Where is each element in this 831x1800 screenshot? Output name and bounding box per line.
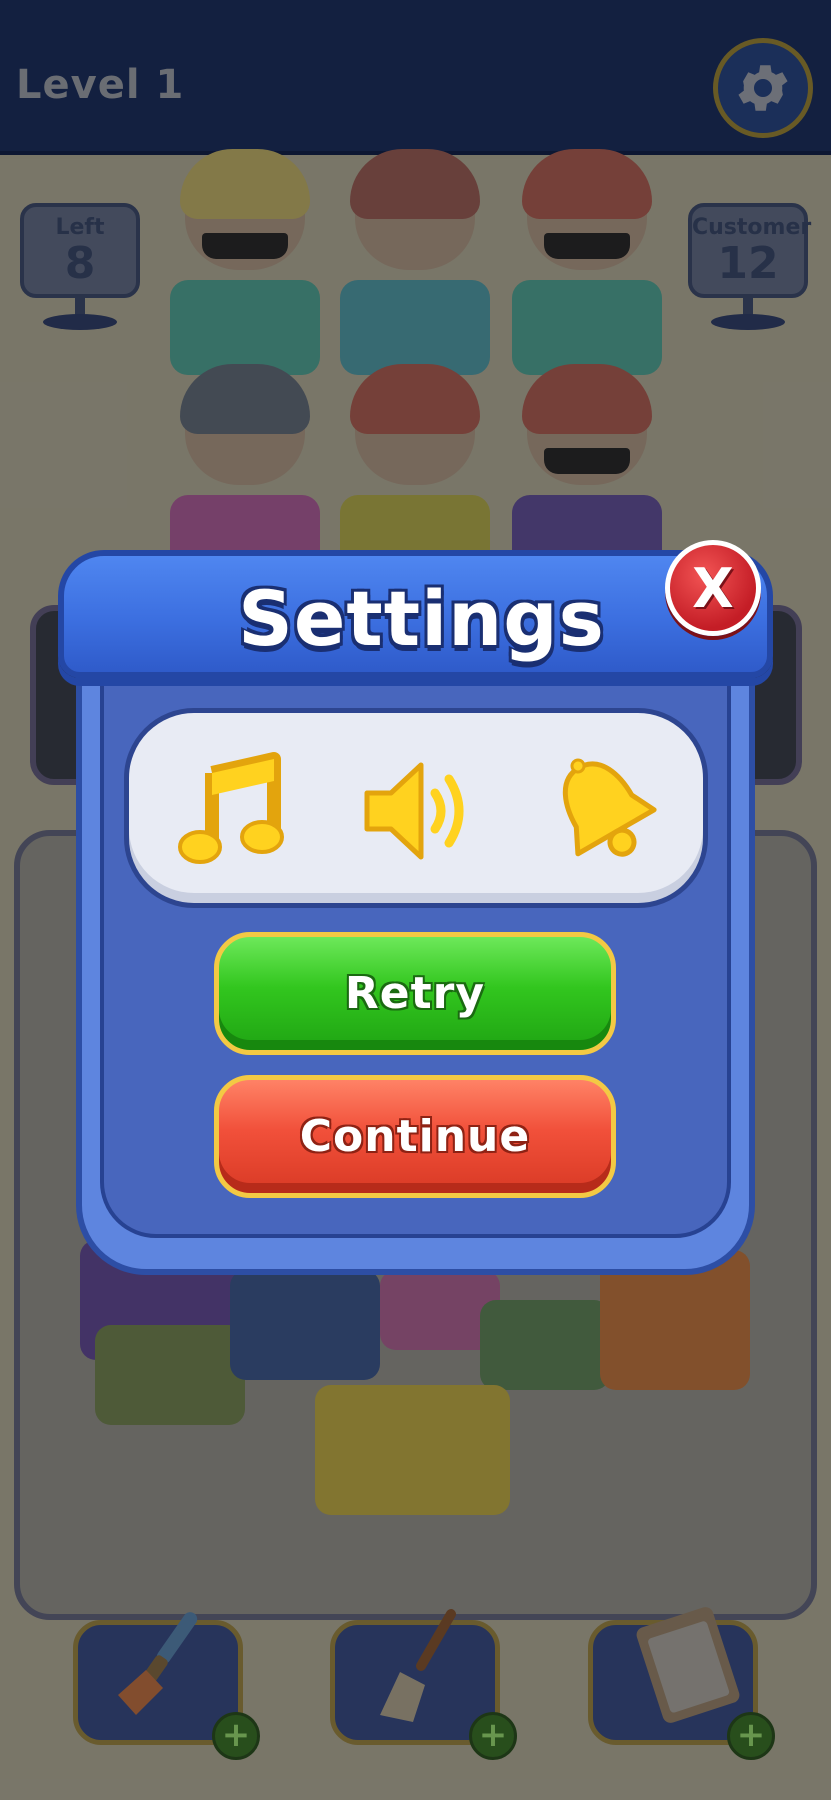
notification-bell-icon bbox=[562, 758, 657, 857]
sound-icon bbox=[364, 762, 464, 860]
dialog-header: Settings bbox=[58, 550, 773, 678]
settings-dialog: Settings X Retry Continue bbox=[58, 540, 773, 1280]
music-icon bbox=[178, 752, 284, 864]
continue-label: Continue bbox=[299, 1111, 531, 1162]
music-toggle[interactable] bbox=[174, 751, 294, 871]
continue-button[interactable]: Continue bbox=[214, 1075, 616, 1198]
notification-toggle[interactable] bbox=[544, 751, 664, 871]
close-icon: X bbox=[692, 556, 734, 620]
retry-label: Retry bbox=[344, 968, 486, 1019]
retry-button[interactable]: Retry bbox=[214, 932, 616, 1055]
close-button[interactable]: X bbox=[665, 540, 761, 636]
audio-toggle-panel bbox=[124, 708, 708, 908]
sound-toggle[interactable] bbox=[357, 751, 477, 871]
